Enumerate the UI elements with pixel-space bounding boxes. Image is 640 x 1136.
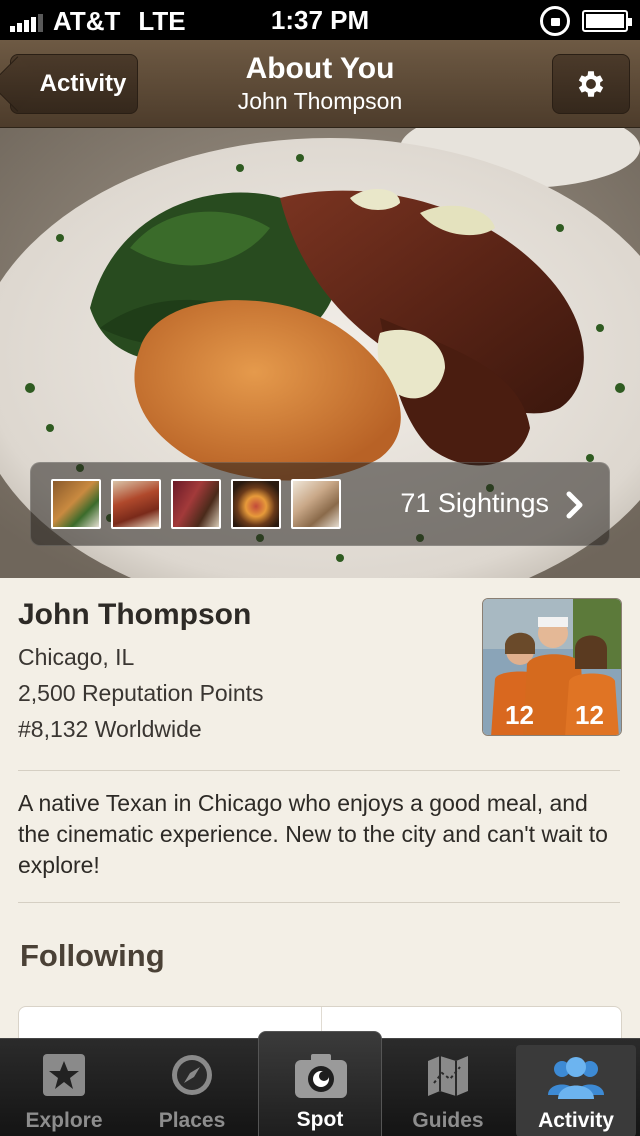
nav-title-block: About You John Thompson bbox=[150, 52, 490, 116]
svg-text:12: 12 bbox=[575, 700, 604, 730]
tab-label: Guides bbox=[412, 1109, 484, 1132]
chevron-right-icon bbox=[566, 491, 583, 519]
camera-icon bbox=[295, 1054, 347, 1098]
sightings-count: 71 Sightings bbox=[400, 488, 549, 518]
page-subtitle: John Thompson bbox=[237, 88, 403, 114]
battery-icon bbox=[582, 10, 632, 32]
profile-name: John Thompson bbox=[18, 598, 252, 631]
people-icon bbox=[548, 1057, 604, 1099]
rotation-lock-icon bbox=[540, 6, 570, 36]
tab-explore[interactable]: Explore bbox=[0, 1039, 128, 1136]
navigation-bar: Activity About You John Thompson bbox=[0, 40, 640, 128]
map-icon bbox=[428, 1056, 468, 1096]
compass-icon bbox=[172, 1055, 212, 1095]
page-title: About You bbox=[245, 52, 395, 85]
profile-rank: #8,132 Worldwide bbox=[18, 716, 202, 742]
tab-spot[interactable]: Spot bbox=[258, 1031, 382, 1136]
status-bar: AT&T LTE 1:37 PM bbox=[0, 0, 640, 40]
back-button-label: Activity bbox=[39, 70, 127, 97]
sighting-thumbnail[interactable] bbox=[291, 479, 341, 529]
tab-guides[interactable]: Guides bbox=[384, 1039, 512, 1136]
tab-bar: Explore Places Spot Guides Activity bbox=[0, 1031, 640, 1136]
tab-label: Places bbox=[158, 1109, 226, 1132]
divider bbox=[18, 770, 620, 771]
tab-label: Explore bbox=[25, 1109, 103, 1132]
profile-reputation: 2,500 Reputation Points bbox=[18, 680, 264, 706]
tab-places[interactable]: Places bbox=[128, 1039, 256, 1136]
tab-label: Spot bbox=[296, 1108, 344, 1131]
avatar-photo: 12 12 bbox=[483, 599, 621, 735]
following-heading: Following bbox=[20, 938, 165, 973]
gear-icon bbox=[578, 71, 604, 97]
hero-food-photo[interactable]: 71 Sightings bbox=[0, 128, 640, 578]
profile-bio: A native Texan in Chicago who enjoys a g… bbox=[18, 790, 608, 878]
star-icon bbox=[43, 1054, 85, 1096]
sightings-bar[interactable]: 71 Sightings bbox=[30, 462, 610, 546]
sighting-thumbnail[interactable] bbox=[111, 479, 161, 529]
tab-label: Activity bbox=[538, 1109, 614, 1132]
sighting-thumbnail[interactable] bbox=[171, 479, 221, 529]
divider bbox=[18, 902, 620, 903]
sighting-thumbnail[interactable] bbox=[231, 479, 281, 529]
back-button[interactable]: Activity bbox=[10, 54, 138, 114]
profile-location: Chicago, IL bbox=[18, 644, 135, 670]
avatar[interactable]: 12 12 bbox=[482, 598, 622, 736]
svg-text:12: 12 bbox=[505, 700, 534, 730]
sighting-thumbnail[interactable] bbox=[51, 479, 101, 529]
tab-activity[interactable]: Activity bbox=[516, 1045, 636, 1136]
settings-button[interactable] bbox=[552, 54, 630, 114]
